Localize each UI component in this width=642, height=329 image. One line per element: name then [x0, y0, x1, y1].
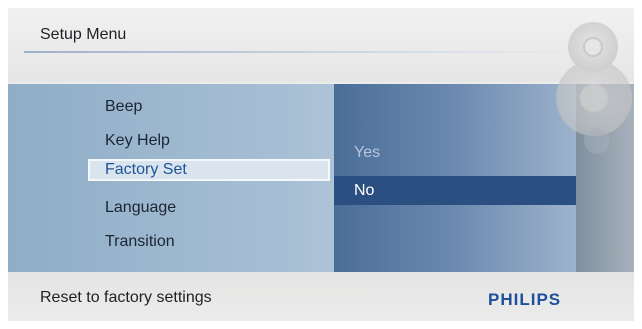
dpad-center-icon[interactable]	[580, 84, 608, 112]
option-no[interactable]: No	[334, 176, 576, 205]
device-screen: Setup Menu Yes No Beep Key Help Factory …	[8, 8, 634, 321]
small-button-icon[interactable]	[584, 128, 610, 154]
header-divider	[24, 51, 578, 53]
brand-logo: PHILIPS	[488, 290, 562, 309]
menu-panel: Yes No Beep Key Help Factory Set Languag…	[8, 84, 634, 272]
menu-item-transition[interactable]: Transition	[105, 233, 175, 251]
menu-item-language[interactable]: Language	[105, 199, 176, 217]
submenu-panel: Yes No	[334, 84, 576, 272]
footer: Reset to factory settings PHILIPS	[8, 272, 634, 321]
header: Setup Menu	[8, 8, 634, 82]
menu-item-key-help[interactable]: Key Help	[105, 132, 170, 150]
circle-button-inner-icon	[583, 37, 603, 57]
menu-item-factory-set[interactable]: Factory Set	[88, 159, 330, 181]
status-text: Reset to factory settings	[40, 289, 212, 306]
page-title: Setup Menu	[40, 26, 127, 43]
option-yes[interactable]: Yes	[354, 144, 380, 162]
menu-item-beep[interactable]: Beep	[105, 98, 142, 116]
